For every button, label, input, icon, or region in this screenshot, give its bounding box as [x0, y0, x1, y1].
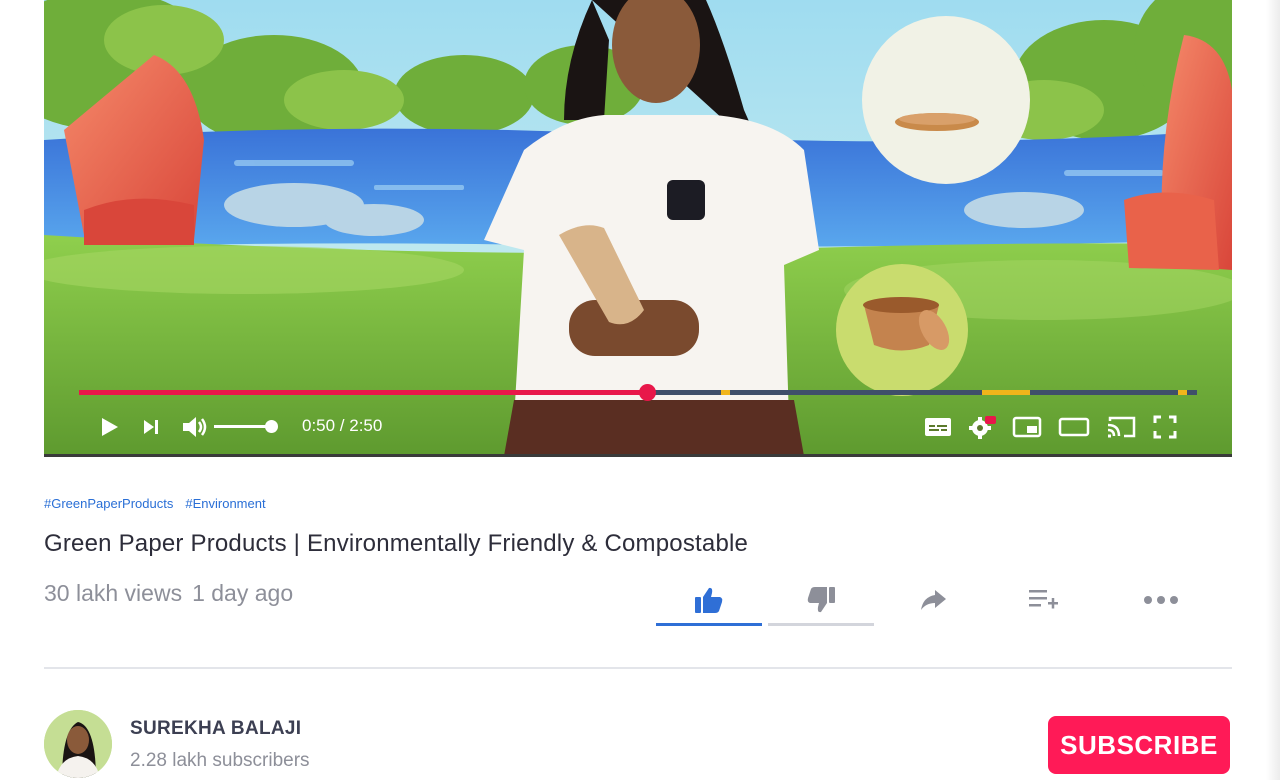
thumbs-up-icon	[695, 587, 723, 613]
player-bottom-border	[44, 454, 1232, 457]
theater-mode-button[interactable]	[1056, 412, 1092, 442]
window-edge-shadow	[1266, 0, 1280, 780]
video-title: Green Paper Products | Environmentally F…	[44, 530, 749, 557]
share-icon	[921, 590, 946, 610]
save-to-playlist-button[interactable]	[990, 574, 1096, 626]
cast-icon	[1107, 416, 1136, 438]
time-display: 0:50 / 2:50	[302, 416, 383, 435]
subtitles-icon	[925, 418, 951, 436]
like-indicator	[656, 623, 762, 626]
miniplayer-icon	[1012, 416, 1042, 438]
hashtag-link[interactable]: #GreenPaperProducts	[44, 496, 173, 511]
progress-scrubber[interactable]	[638, 384, 656, 401]
mute-button[interactable]	[180, 412, 210, 442]
next-icon	[144, 420, 158, 434]
play-icon	[102, 418, 118, 436]
view-count: 30 lakh views	[44, 580, 183, 606]
volume-slider[interactable]	[214, 425, 271, 428]
volume-icon	[183, 417, 207, 437]
next-button[interactable]	[138, 412, 164, 442]
add-to-playlist-icon	[1029, 590, 1058, 609]
upload-date: 1 day ago	[192, 580, 294, 606]
play-button[interactable]	[94, 412, 124, 442]
more-icon	[1144, 596, 1178, 604]
fullscreen-icon	[1153, 415, 1177, 439]
theater-mode-icon	[1058, 417, 1090, 437]
cast-button[interactable]	[1104, 412, 1138, 442]
gear-icon	[969, 416, 996, 439]
avatar-image	[44, 710, 112, 778]
video-player[interactable]: 0:50 / 2:50	[44, 0, 1232, 456]
like-button[interactable]	[656, 574, 762, 626]
subscriber-count: 2.28 lakh subscribers	[130, 750, 310, 771]
channel-name[interactable]: SUREKHA BALAJI	[130, 718, 301, 740]
dislike-button[interactable]	[768, 574, 874, 626]
video-stats: 30 lakh views 1 day ago	[44, 580, 303, 607]
section-divider	[44, 667, 1232, 669]
dislike-indicator	[768, 623, 874, 626]
hashtag-link[interactable]: #Environment	[185, 496, 265, 511]
ad-marker	[1177, 390, 1187, 395]
channel-avatar[interactable]	[44, 710, 112, 778]
miniplayer-button[interactable]	[1010, 412, 1044, 442]
ad-marker	[720, 390, 730, 395]
fullscreen-button[interactable]	[1150, 412, 1180, 442]
share-button[interactable]	[880, 574, 986, 626]
progress-bar[interactable]	[79, 384, 1197, 401]
hashtag-list: #GreenPaperProducts #Environment	[44, 496, 278, 511]
ad-marker	[982, 390, 1031, 395]
more-actions-button[interactable]	[1108, 574, 1214, 626]
subscribe-button[interactable]: SUBSCRIBE	[1048, 716, 1230, 774]
settings-button[interactable]	[966, 412, 998, 442]
volume-slider-knob[interactable]	[265, 420, 278, 433]
progress-played	[79, 390, 647, 395]
video-frame	[44, 0, 1232, 456]
thumbs-down-icon	[807, 587, 835, 613]
subtitles-button[interactable]	[922, 412, 954, 442]
